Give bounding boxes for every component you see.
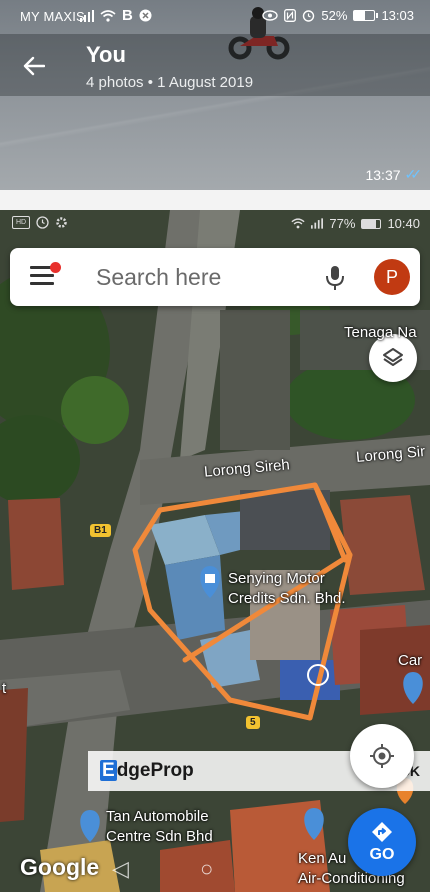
menu-icon[interactable] bbox=[30, 262, 61, 288]
notification-dot-icon bbox=[50, 262, 61, 273]
maps-search-bar[interactable]: P bbox=[10, 248, 420, 306]
map-status-right-icons: 77% 10:40 bbox=[291, 216, 420, 231]
place-label: t bbox=[2, 680, 7, 697]
crosshair-icon bbox=[370, 744, 394, 768]
photo-meta: 4 photos • 1 August 2019 bbox=[86, 74, 254, 91]
route-shield: 5 bbox=[246, 716, 260, 729]
back-button[interactable] bbox=[14, 46, 54, 86]
battery-icon bbox=[361, 218, 382, 229]
status-right-icons: 52% 13:03 bbox=[262, 8, 414, 23]
battery-percent: 52% bbox=[321, 8, 348, 23]
layers-button[interactable] bbox=[369, 334, 417, 382]
route-shield: B1 bbox=[90, 524, 111, 537]
map-battery-percent: 77% bbox=[329, 216, 356, 231]
poi-label: Senying Motor bbox=[228, 570, 325, 587]
map-status-bar: HD 77% 10:40 bbox=[0, 214, 430, 236]
edgeprop-logo: EdgeProp bbox=[100, 760, 194, 781]
map-status-left-icons: HD bbox=[12, 216, 68, 229]
status-left-icons: B bbox=[80, 7, 152, 24]
status-bar: MY MAXIS B 52% 13:03 bbox=[0, 0, 430, 32]
poi-label: Centre Sdn Bhd bbox=[106, 828, 213, 845]
signal-icon bbox=[311, 218, 324, 229]
layers-icon bbox=[383, 348, 403, 366]
poi-label: Ken Au bbox=[298, 850, 347, 867]
message-timestamp: 13:37 ✓✓ bbox=[365, 166, 423, 183]
nfc-icon bbox=[284, 9, 297, 22]
message-time: 13:37 bbox=[365, 166, 401, 183]
wifi-icon bbox=[291, 218, 306, 229]
wifi-icon bbox=[100, 9, 116, 22]
directions-go-button[interactable]: GO bbox=[348, 808, 416, 876]
alarm-icon bbox=[303, 10, 315, 22]
app-notification-icon bbox=[139, 9, 152, 22]
bold-b-icon: B bbox=[122, 7, 133, 24]
sender-title: You bbox=[86, 42, 126, 67]
battery-icon bbox=[353, 10, 379, 21]
place-label: Car bbox=[398, 652, 423, 669]
screenshot-root: MY MAXIS B 52% 13:03 You 4 photos • 1 Au… bbox=[0, 0, 430, 892]
status-time: 13:03 bbox=[381, 8, 414, 23]
photo-divider bbox=[0, 190, 430, 210]
notification-box-icon: HD bbox=[12, 216, 30, 229]
directions-icon bbox=[372, 822, 392, 842]
settings-icon bbox=[56, 217, 67, 228]
nav-back-icon: ◁ bbox=[112, 856, 129, 881]
arrow-left-icon bbox=[23, 56, 45, 76]
poi-label: Credits Sdn. Bhd. bbox=[228, 590, 346, 607]
clock-icon bbox=[36, 216, 49, 229]
go-label: GO bbox=[369, 846, 395, 863]
place-label: Tenaga Na bbox=[344, 324, 417, 341]
map-photo[interactable]: HD 77% 10:40 P Tenaga Na bbox=[0, 210, 430, 892]
account-avatar[interactable]: P bbox=[374, 259, 410, 295]
read-ticks-icon: ✓✓ bbox=[404, 166, 423, 182]
photo-preview[interactable]: MY MAXIS B 52% 13:03 You 4 photos • 1 Au… bbox=[0, 0, 430, 190]
search-input[interactable] bbox=[96, 262, 316, 292]
nav-home-icon: ○ bbox=[200, 856, 214, 881]
eye-icon bbox=[262, 10, 279, 21]
my-location-button[interactable] bbox=[350, 724, 414, 788]
map-status-time: 10:40 bbox=[387, 216, 420, 231]
signal-icon bbox=[80, 9, 94, 22]
viewer-header: You 4 photos • 1 August 2019 bbox=[0, 34, 430, 96]
poi-label: Tan Automobile bbox=[106, 808, 209, 825]
microphone-icon[interactable] bbox=[324, 264, 346, 292]
carrier-name: MY MAXIS bbox=[20, 9, 85, 24]
google-logo: Google bbox=[20, 854, 100, 880]
